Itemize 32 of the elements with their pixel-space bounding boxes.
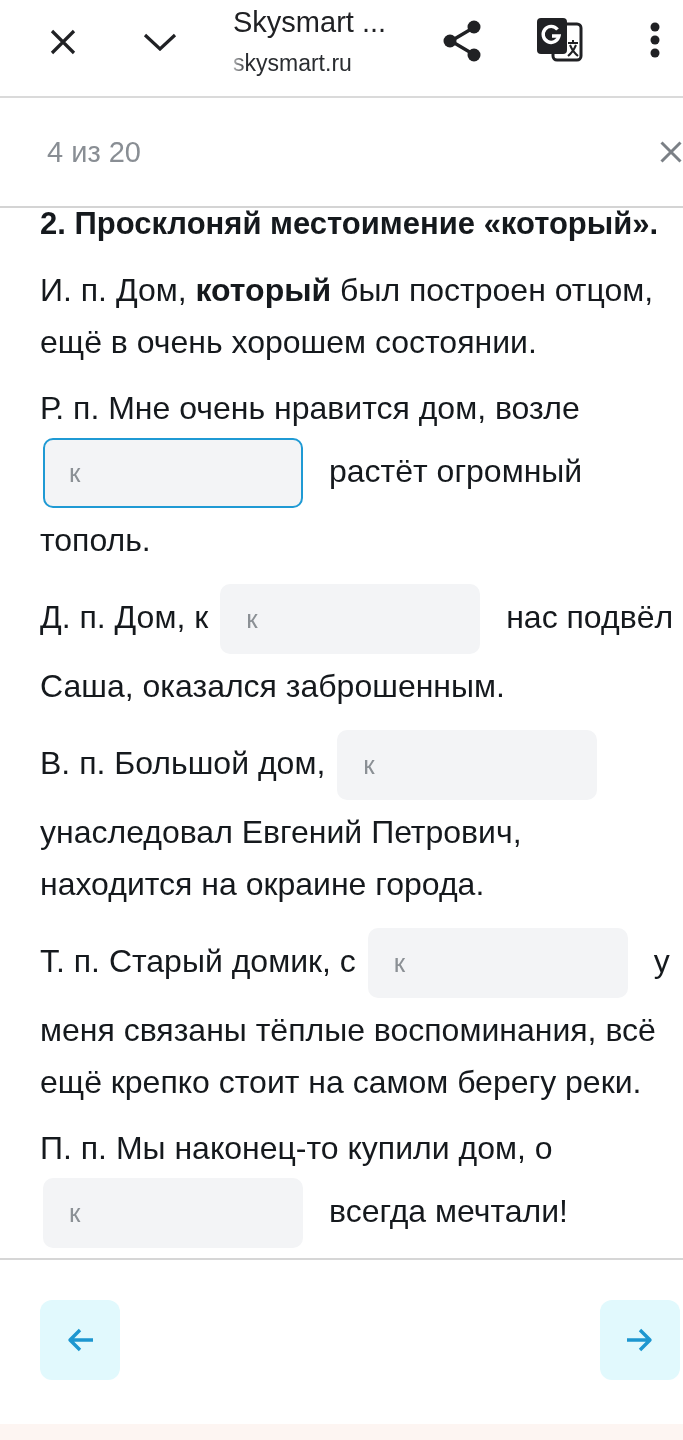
arrow-left-icon xyxy=(66,1327,94,1353)
sentence-text: у xyxy=(653,942,670,982)
sentence-text: унаследовал Евгений Петрович, находится на окраине города. xyxy=(40,813,523,904)
arrow-right-icon xyxy=(626,1327,654,1353)
sentence-text: В. п. Большой дом, xyxy=(40,744,326,784)
sentence-text: нас подвёл xyxy=(506,598,674,638)
sentence-text: Д. п. Дом, к xyxy=(40,598,209,638)
answer-field[interactable]: к xyxy=(43,1178,303,1248)
answer-field[interactable]: к xyxy=(367,928,628,998)
task-heading: 2. Просклоняй местоимение «который». xyxy=(40,208,660,240)
next-button[interactable] xyxy=(600,1300,680,1380)
sentence-text: И. п. Дом, который был построен отцом, ещё в очень хорошем состоянии. xyxy=(40,271,655,362)
sentence-text: П. п. Мы наконец-то купили дом, о xyxy=(40,1129,553,1168)
answer-field[interactable]: к xyxy=(220,584,481,654)
share-icon[interactable] xyxy=(443,20,481,62)
page-url: skysmart.ru xyxy=(233,49,352,78)
sentence-text: растёт огромный xyxy=(329,452,583,492)
sentence-text: Т. п. Старый домик, с xyxy=(40,942,356,982)
page-title: Skysmart ... xyxy=(233,5,387,39)
answer-field[interactable]: к xyxy=(337,730,598,800)
sentence-text: меня связаны тёплые воспоминания, всё ещё крепко стоит на самом берегу реки. xyxy=(40,1011,657,1102)
sentence-text: Р. п. Мне очень нравится дом, возле xyxy=(40,389,580,428)
progress-counter: 4 из 20 xyxy=(47,135,141,169)
sentence-text: всегда мечтали! xyxy=(329,1192,568,1232)
translate-icon[interactable] xyxy=(537,18,583,62)
answer-field[interactable]: к xyxy=(43,438,303,508)
back-button[interactable] xyxy=(40,1300,120,1380)
chevron-down-icon[interactable] xyxy=(143,33,177,51)
sentence-text: тополь. xyxy=(40,521,151,560)
sentence-text: Саша, оказался заброшенным. xyxy=(40,667,505,706)
close-icon[interactable] xyxy=(50,29,76,55)
more-icon[interactable] xyxy=(650,22,660,58)
